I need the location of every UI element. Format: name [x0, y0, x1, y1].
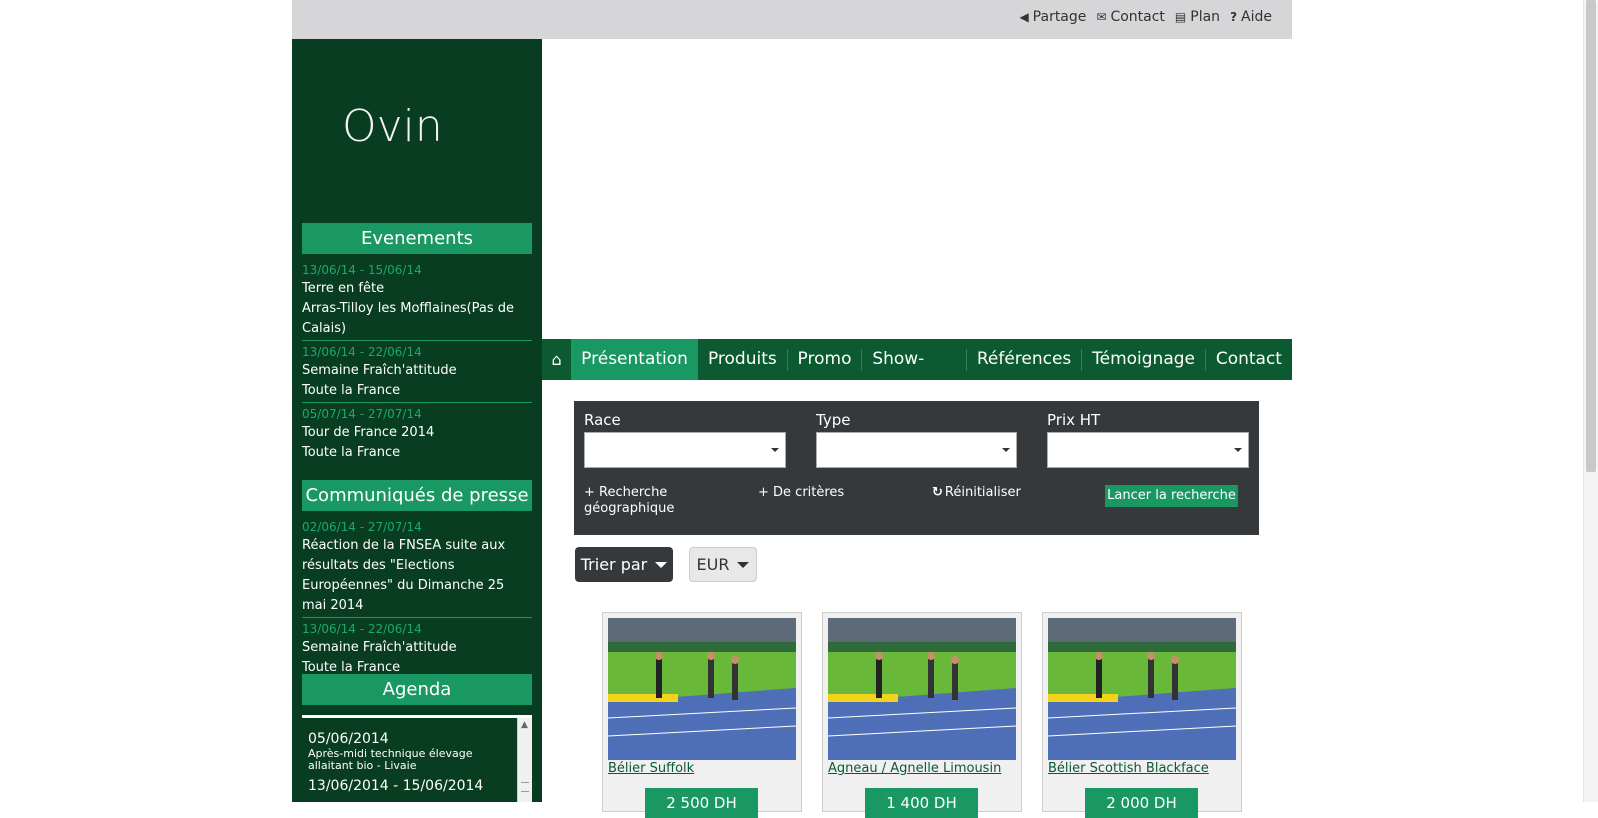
sort-label: Trier par — [580, 555, 648, 574]
race-select[interactable] — [584, 432, 786, 468]
press-name: Réaction de la FNSEA suite aux résultats… — [302, 538, 506, 613]
help-link[interactable]: ? Aide — [1230, 9, 1272, 25]
plan-label: Plan — [1190, 9, 1221, 25]
home-icon[interactable]: ⌂ — [542, 339, 571, 380]
chevron-down-icon — [1002, 448, 1010, 452]
price-select[interactable] — [1047, 432, 1249, 468]
refresh-icon: ↻ — [932, 485, 943, 500]
product-card[interactable]: Agneau / Agnelle Limousin 1 400 DH — [822, 612, 1022, 818]
nav-promo[interactable]: Promo — [788, 339, 862, 380]
sort-dropdown[interactable]: Trier par — [575, 547, 673, 582]
event-item[interactable]: 13/06/14 - 15/06/14 Terre en fête Arras-… — [302, 262, 532, 341]
track-photo-image — [608, 618, 796, 760]
press-heading: Communiqués de presse — [302, 480, 532, 511]
currency-label: EUR — [696, 555, 730, 574]
top-links: ◀ Partage ✉ Contact ▤ Plan ? Aide — [1019, 9, 1272, 25]
nav-presentation[interactable]: Présentation — [571, 339, 698, 380]
page-scrollbar[interactable] — [1583, 0, 1598, 802]
product-photo[interactable] — [1048, 618, 1236, 760]
nav-contact[interactable]: Contact — [1206, 339, 1292, 380]
events-heading: Evenements — [302, 223, 532, 254]
product-price: 2 000 DH — [1085, 788, 1198, 818]
product-title[interactable]: Bélier Suffolk — [608, 761, 694, 776]
event-date: 13/06/14 - 22/06/14 — [302, 345, 422, 359]
product-photo[interactable] — [608, 618, 796, 760]
share-label: Partage — [1032, 9, 1087, 25]
press-name: Semaine Fraîch'attitude — [302, 640, 457, 655]
event-place: Toute la France — [302, 445, 401, 460]
share-icon: ◀ — [1019, 10, 1029, 24]
main-nav: ⌂ Présentation Produits Promo Show-Room … — [542, 339, 1292, 410]
press-section: Communiqués de presse 02/06/14 - 27/07/1… — [302, 480, 532, 682]
question-icon: ? — [1230, 10, 1238, 24]
help-label: Aide — [1241, 9, 1272, 25]
sitemap-icon: ▤ — [1174, 10, 1187, 24]
type-select[interactable] — [816, 432, 1017, 468]
top-utility-bar: ◀ Partage ✉ Contact ▤ Plan ? Aide — [292, 0, 1292, 39]
more-criteria-link[interactable]: + De critères — [758, 485, 844, 501]
contact-link[interactable]: ✉ Contact — [1096, 9, 1165, 25]
currency-dropdown[interactable]: EUR — [689, 547, 757, 582]
events-section: Evenements 13/06/14 - 15/06/14 Terre en … — [302, 223, 532, 467]
agenda-desc: Après-midi technique élevage allaitant b… — [308, 747, 473, 772]
nav-produits[interactable]: Produits — [698, 339, 787, 380]
press-date: 13/06/14 - 22/06/14 — [302, 622, 422, 636]
chevron-down-icon — [655, 561, 668, 568]
nav-temoignage[interactable]: Témoignage — [1082, 339, 1205, 380]
product-price: 1 400 DH — [865, 788, 978, 818]
event-place: Toute la France — [302, 383, 401, 398]
product-card[interactable]: Bélier Suffolk 2 500 DH — [602, 612, 802, 818]
search-button[interactable]: Lancer la recherche — [1105, 485, 1238, 507]
contact-label: Contact — [1110, 9, 1165, 25]
event-item[interactable]: 13/06/14 - 22/06/14 Semaine Fraîch'attit… — [302, 344, 532, 403]
chevron-down-icon — [1234, 448, 1242, 452]
agenda-section: Agenda — [302, 674, 532, 713]
scroll-grip[interactable] — [521, 782, 529, 792]
reset-link[interactable]: ↻ Réinitialiser — [932, 485, 1021, 501]
product-card[interactable]: Bélier Scottish Blackface 2 000 DH — [1042, 612, 1242, 818]
press-item[interactable]: 02/06/14 - 27/07/14 Réaction de la FNSEA… — [302, 519, 532, 618]
product-title[interactable]: Agneau / Agnelle Limousin — [828, 761, 1001, 776]
left-sidebar: Ovin Evenements 13/06/14 - 15/06/14 Terr… — [292, 39, 542, 802]
track-photo-image — [1048, 618, 1236, 760]
event-place: Arras-Tilloy les Mofflaines(Pas de Calai… — [302, 301, 515, 336]
event-name: Terre en fête — [302, 281, 385, 296]
scroll-up-icon[interactable]: ▲ — [521, 720, 528, 730]
agenda-list[interactable]: 05/06/2014 Après-midi technique élevage … — [302, 715, 532, 802]
event-date: 13/06/14 - 15/06/14 — [302, 263, 422, 277]
press-item[interactable]: 13/06/14 - 22/06/14 Semaine Fraîch'attit… — [302, 621, 532, 679]
event-item[interactable]: 05/07/14 - 27/07/14 Tour de France 2014 … — [302, 406, 532, 464]
event-date: 05/07/14 - 27/07/14 — [302, 407, 422, 421]
envelope-icon: ✉ — [1096, 10, 1107, 24]
product-title[interactable]: Bélier Scottish Blackface — [1048, 761, 1209, 776]
chevron-down-icon — [737, 561, 750, 568]
chevron-down-icon — [771, 448, 779, 452]
brand-title: Ovin — [342, 101, 443, 152]
page-scroll-thumb[interactable] — [1586, 0, 1596, 472]
price-label: Prix HT — [1047, 411, 1101, 429]
agenda-date: 13/06/2014 - 15/06/2014 — [308, 778, 484, 794]
nav-references[interactable]: Références — [967, 339, 1081, 380]
press-date: 02/06/14 - 27/07/14 — [302, 520, 422, 534]
type-label: Type — [816, 411, 851, 429]
search-panel: Race Type Prix HT + Recherche géographiq… — [574, 401, 1259, 535]
agenda-items: 05/06/2014 Après-midi technique élevage … — [308, 730, 508, 795]
share-link[interactable]: ◀ Partage — [1019, 9, 1086, 25]
product-price: 2 500 DH — [645, 788, 758, 818]
agenda-scrollbar[interactable]: ▲ — [517, 718, 532, 802]
track-photo-image — [828, 618, 1016, 760]
nav-showroom[interactable]: Show-Room — [862, 339, 966, 410]
agenda-heading: Agenda — [302, 674, 532, 705]
agenda-date: 05/06/2014 — [308, 731, 389, 747]
reset-label: Réinitialiser — [944, 485, 1021, 500]
geo-search-link[interactable]: + Recherche géographique — [584, 485, 694, 517]
product-photo[interactable] — [828, 618, 1016, 760]
race-label: Race — [584, 411, 621, 429]
event-name: Tour de France 2014 — [302, 425, 435, 440]
plan-link[interactable]: ▤ Plan — [1175, 9, 1220, 25]
event-name: Semaine Fraîch'attitude — [302, 363, 457, 378]
